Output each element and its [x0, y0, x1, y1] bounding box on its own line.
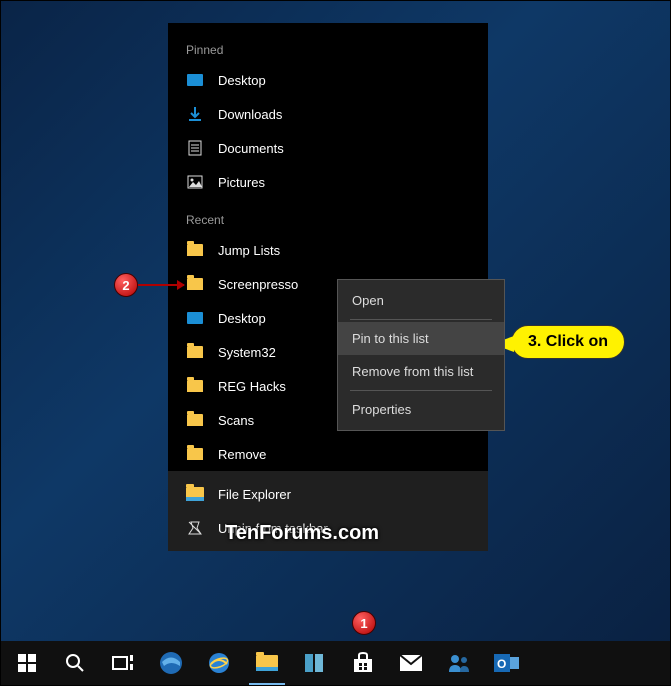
- step-badge-2: 2: [114, 273, 138, 297]
- svg-text:O: O: [497, 657, 506, 671]
- unpin-label: Unpin from taskbar: [218, 521, 328, 536]
- pinned-item-downloads[interactable]: Downloads: [168, 97, 488, 131]
- recent-header: Recent: [168, 207, 488, 233]
- taskbar-mail[interactable]: [387, 641, 435, 685]
- taskbar: O: [1, 641, 670, 685]
- mail-icon: [399, 654, 423, 672]
- unpin-icon: [186, 519, 204, 537]
- desktop-icon: [186, 71, 204, 89]
- folder-icon: [186, 377, 204, 395]
- taskbar-app-generic[interactable]: [291, 641, 339, 685]
- recent-label: REG Hacks: [218, 379, 286, 394]
- pinned-header: Pinned: [168, 37, 488, 63]
- pinned-item-documents[interactable]: Documents: [168, 131, 488, 165]
- folder-icon: [186, 411, 204, 429]
- ctx-pin-to-list[interactable]: Pin to this list: [338, 322, 504, 355]
- ie-icon: [206, 650, 232, 676]
- pinned-label: Desktop: [218, 73, 266, 88]
- ctx-remove-from-list[interactable]: Remove from this list: [338, 355, 504, 388]
- recent-label: Screenpresso: [218, 277, 298, 292]
- recent-label: Scans: [218, 413, 254, 428]
- picture-icon: [186, 173, 204, 191]
- taskbar-ie[interactable]: [195, 641, 243, 685]
- task-view-button[interactable]: [99, 641, 147, 685]
- start-button[interactable]: [3, 641, 51, 685]
- search-icon: [65, 653, 85, 673]
- pinned-label: Downloads: [218, 107, 282, 122]
- taskbar-file-explorer[interactable]: [243, 641, 291, 685]
- step-2-arrow: [138, 284, 184, 286]
- pinned-label: Pictures: [218, 175, 265, 190]
- taskbar-outlook[interactable]: O: [483, 641, 531, 685]
- jump-list-footer: File Explorer Unpin from taskbar: [168, 471, 488, 551]
- edge-icon: [158, 650, 184, 676]
- server-icon: [303, 652, 327, 674]
- ctx-properties[interactable]: Properties: [338, 393, 504, 426]
- pinned-item-pictures[interactable]: Pictures: [168, 165, 488, 199]
- folder-icon: [186, 343, 204, 361]
- folder-icon: [186, 445, 204, 463]
- recent-label: Desktop: [218, 311, 266, 326]
- document-icon: [186, 139, 204, 157]
- search-button[interactable]: [51, 641, 99, 685]
- recent-label: System32: [218, 345, 276, 360]
- app-row-file-explorer[interactable]: File Explorer: [168, 477, 488, 511]
- unpin-from-taskbar[interactable]: Unpin from taskbar: [168, 511, 488, 545]
- desktop-icon: [186, 309, 204, 327]
- separator: [350, 390, 492, 391]
- context-menu: Open Pin to this list Remove from this l…: [337, 279, 505, 431]
- separator: [350, 319, 492, 320]
- ctx-open[interactable]: Open: [338, 284, 504, 317]
- recent-item-jump-lists[interactable]: Jump Lists: [168, 233, 488, 267]
- store-icon: [352, 652, 374, 674]
- windows-icon: [18, 654, 36, 672]
- callout-annotation: 3. Click on: [511, 325, 625, 359]
- outlook-icon: O: [494, 651, 520, 675]
- app-label: File Explorer: [218, 487, 291, 502]
- recent-label: Remove: [218, 447, 266, 462]
- people-icon: [447, 652, 471, 674]
- file-explorer-icon: [186, 485, 204, 503]
- pinned-item-desktop[interactable]: Desktop: [168, 63, 488, 97]
- folder-icon: [186, 241, 204, 259]
- task-view-icon: [112, 654, 134, 672]
- folder-icon: [186, 275, 204, 293]
- taskbar-store[interactable]: [339, 641, 387, 685]
- download-icon: [186, 105, 204, 123]
- pinned-label: Documents: [218, 141, 284, 156]
- step-badge-1: 1: [352, 611, 376, 635]
- recent-item-remove[interactable]: Remove: [168, 437, 488, 471]
- recent-label: Jump Lists: [218, 243, 280, 258]
- taskbar-people[interactable]: [435, 641, 483, 685]
- taskbar-edge[interactable]: [147, 641, 195, 685]
- file-explorer-icon: [256, 655, 278, 671]
